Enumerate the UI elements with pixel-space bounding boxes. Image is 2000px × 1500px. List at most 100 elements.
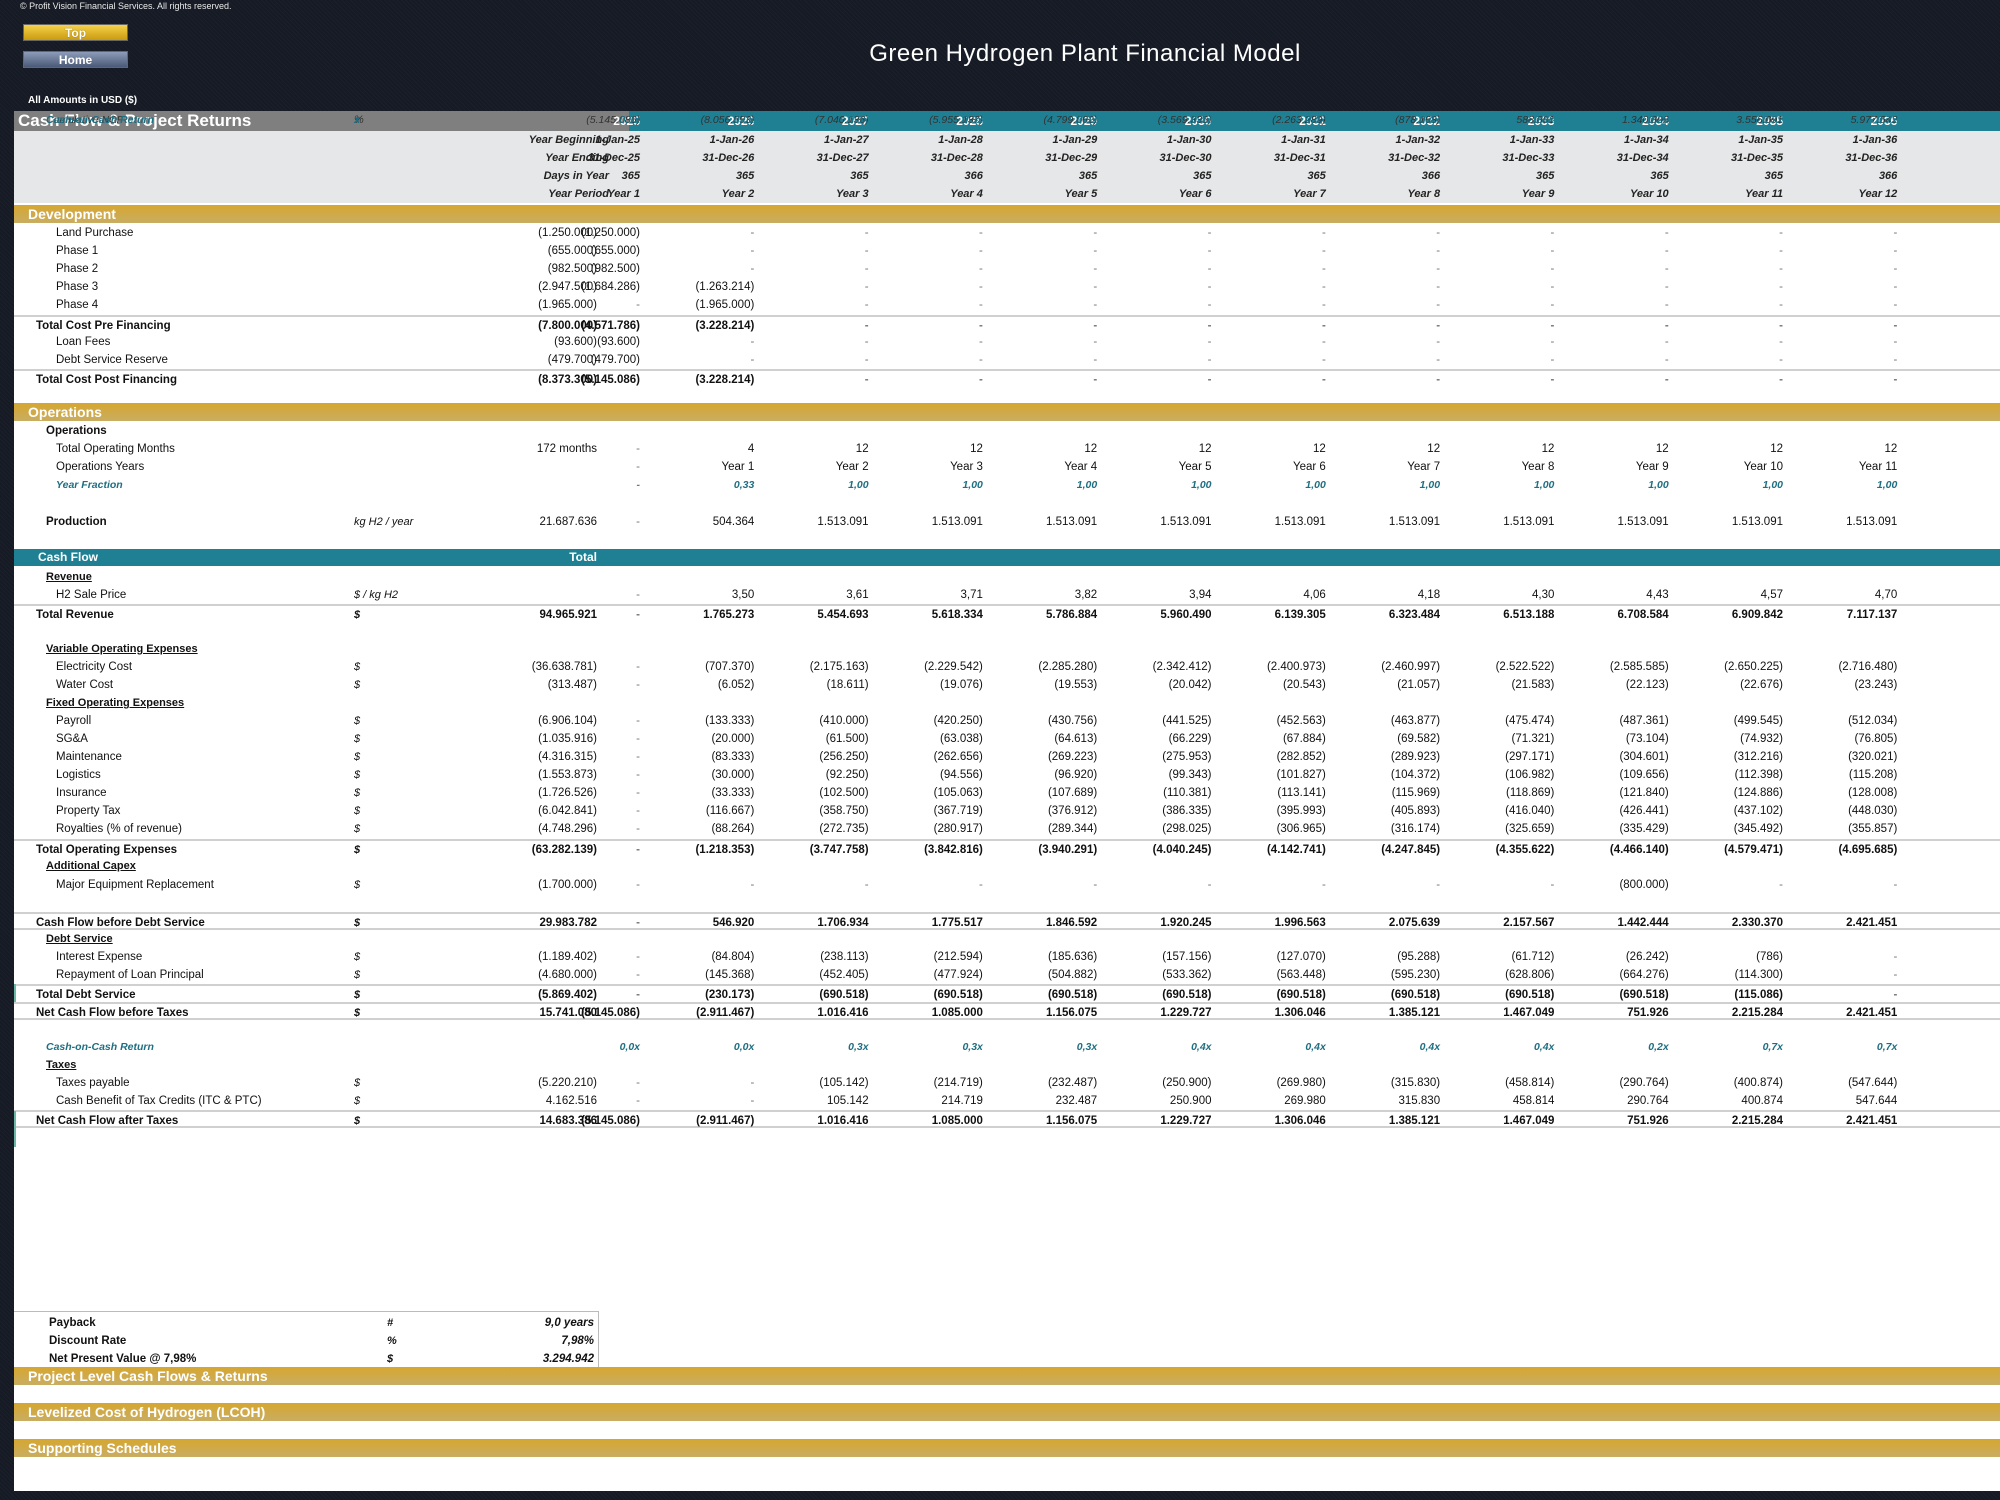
row-unit: $ <box>354 787 361 799</box>
row-value: (289.923) <box>1390 751 1441 763</box>
row-value: (2.585.585) <box>1609 661 1669 673</box>
row-value: - <box>979 245 983 257</box>
row-value: (306.965) <box>1276 823 1326 835</box>
row-value: - <box>1207 245 1212 257</box>
row-unit: $ <box>354 609 361 621</box>
row-value: - <box>750 263 755 275</box>
row-value: (19.553) <box>1054 679 1098 691</box>
row-value: (121.840) <box>1619 787 1669 799</box>
row-label: Taxes payable <box>56 1077 130 1089</box>
row-value: - <box>1093 879 1098 891</box>
top-button[interactable]: Top <box>23 24 128 41</box>
row-value: (185.636) <box>1047 951 1098 963</box>
row-value: - <box>1207 227 1212 239</box>
row-value: (74.932) <box>1740 733 1783 745</box>
row-unit: $ <box>354 805 361 817</box>
row-value: (420.250) <box>933 715 983 727</box>
row-value: (124.886) <box>1733 787 1783 799</box>
row-value: 1.513.091 <box>1388 516 1441 528</box>
row-value: (109.656) <box>1619 769 1669 781</box>
row-value: (212.594) <box>933 951 983 963</box>
row-value: (533.362) <box>1162 969 1212 981</box>
section-lcoh[interactable]: Levelized Cost of Hydrogen (LCOH) <box>14 1403 2000 1421</box>
row-value: - <box>1321 281 1326 293</box>
row-value: (320.021) <box>1848 751 1898 763</box>
row-value: (335.429) <box>1619 823 1669 835</box>
row-value: - <box>1436 354 1441 366</box>
row-value: 250.900 <box>1169 1095 1212 1107</box>
row-value: (664.276) <box>1619 969 1669 981</box>
row-value: - <box>979 281 983 293</box>
row-value: (2.522.522) <box>1495 661 1555 673</box>
row-label: Phase 1 <box>56 245 99 257</box>
row-value: - <box>864 245 869 257</box>
row-label: Fixed Operating Expenses <box>46 697 185 709</box>
row-value: (22.676) <box>1740 679 1783 691</box>
row-value: (69.582) <box>1397 733 1441 745</box>
period-row: Days in Year 365 365 365 366 365 365 365 366 365 3… <box>14 167 2000 185</box>
section-development[interactable]: Development <box>14 205 2000 223</box>
row-value: 0,2x <box>1648 1041 1669 1053</box>
table-row: Phase 4 (1.965.000) - (1.965.000) - - - - - - - - - - <box>14 296 2000 314</box>
row-value: (304.601) <box>1619 751 1669 763</box>
row-label: Total Operating Months <box>56 443 175 455</box>
row-value: - <box>1779 336 1783 348</box>
section-operations[interactable]: Operations <box>14 403 2000 421</box>
row-value: (106.982) <box>1505 769 1555 781</box>
row-value: 1.156.075 <box>1046 1007 1098 1019</box>
row-value: (290.764) <box>1619 1077 1669 1089</box>
period-value: 365 <box>735 170 755 182</box>
table-row: Debt Service Reserve (479.700) (479.700) - -… <box>14 351 2000 369</box>
row-value: (2.911.467) <box>696 1115 755 1127</box>
row-value: - <box>636 733 640 745</box>
row-value: - <box>636 299 640 311</box>
row-unit: $ <box>354 661 361 673</box>
section-supporting-schedules[interactable]: Supporting Schedules <box>14 1439 2000 1457</box>
row-value: (475.474) <box>1505 715 1555 727</box>
row-value: (315.830) <box>1390 1077 1441 1089</box>
row-label: Water Cost <box>56 679 114 691</box>
row-value: (23.243) <box>1854 679 1898 691</box>
table-row: Land Purchase (1.250.000) (1.250.000) - - - - -… <box>14 224 2000 242</box>
row-value: 6.708.584 <box>1617 609 1669 621</box>
row-value: 4,43 <box>1646 589 1669 601</box>
row-label: Phase 4 <box>56 299 99 311</box>
row-value: - <box>750 1095 755 1107</box>
row-value: (289.344) <box>1047 823 1098 835</box>
cash-flow-total-header: Total <box>569 550 597 564</box>
row-value: 1.385.121 <box>1388 1115 1441 1127</box>
row-label: Net Cash Flow before Taxes <box>36 1007 189 1019</box>
table-row: Operations Years - Year 1 Year 2 Year 3 Year … <box>14 458 2000 476</box>
row-value: - <box>1893 263 1898 275</box>
row-value: Year 7 <box>1407 461 1441 473</box>
row-label: Revenue <box>46 571 92 583</box>
row-value: (115.969) <box>1391 787 1441 799</box>
row-label: Debt Service <box>46 933 113 945</box>
row-unit: x <box>354 114 361 126</box>
row-value: - <box>1436 374 1441 386</box>
row-value: - <box>636 589 640 601</box>
table-row: Repayment of Loan Principal $ (4.680.000) -… <box>14 966 2000 984</box>
row-value: (416.040) <box>1505 805 1555 817</box>
row-value: (452.405) <box>819 969 869 981</box>
row-unit: $ <box>354 733 361 745</box>
row-value: (5.145.086) <box>581 1115 640 1127</box>
row-value: (1.965.000) <box>695 299 755 311</box>
row-value: - <box>636 879 640 891</box>
section-project-level[interactable]: Project Level Cash Flows & Returns <box>14 1367 2000 1385</box>
cash-flow-label: Cash Flow <box>38 550 99 564</box>
row-value: 12 <box>1655 443 1669 455</box>
row-value: (2.716.480) <box>1838 661 1898 673</box>
row-value: - <box>1550 227 1555 239</box>
row-value: 0,0x <box>733 1041 755 1053</box>
row-value: Year 6 <box>1292 461 1326 473</box>
row-value: 1.306.046 <box>1274 1007 1326 1019</box>
row-value: - <box>1093 245 1098 257</box>
row-value: 0,7x <box>1876 114 1898 126</box>
row-value: 0,3x <box>848 1041 869 1053</box>
row-value: 1.513.091 <box>817 516 869 528</box>
row-label: Cash-on-Cash Return <box>46 1041 154 1053</box>
row-value: 4,18 <box>1417 589 1441 601</box>
row-value: (376.912) <box>1047 805 1098 817</box>
row-unit: $ <box>354 1007 361 1019</box>
